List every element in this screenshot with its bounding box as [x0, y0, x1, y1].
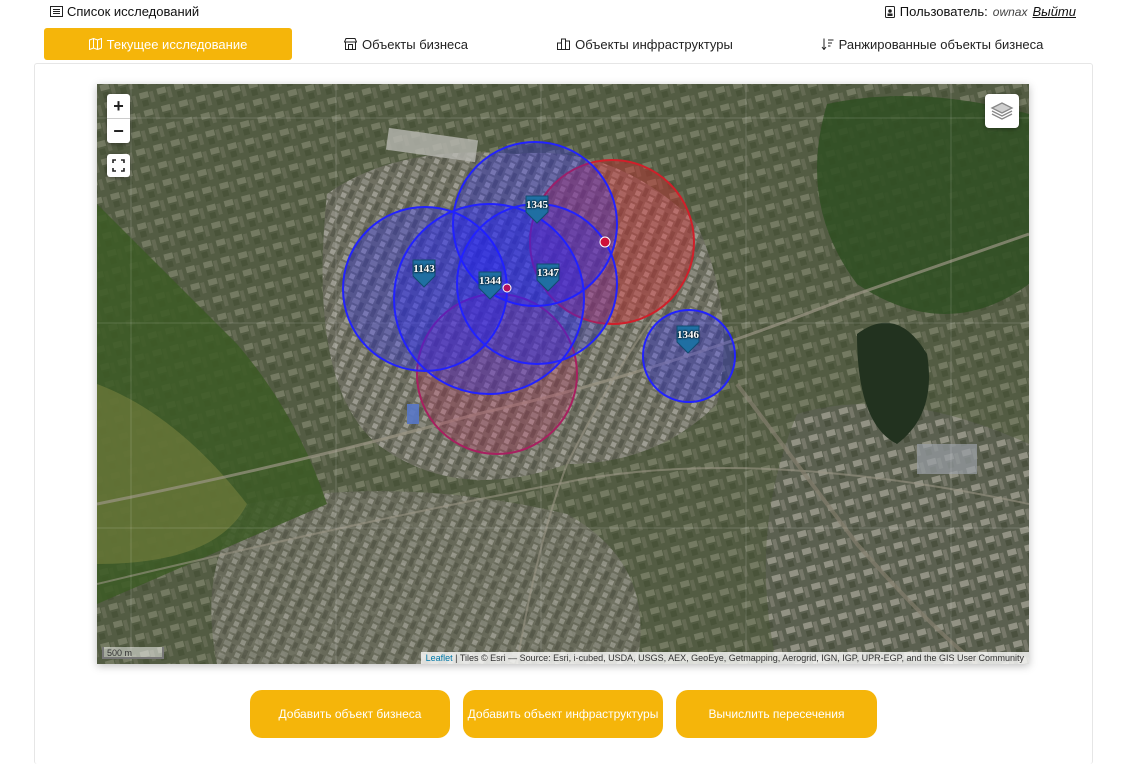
satellite-imagery: [97, 84, 1029, 664]
fullscreen-icon: [112, 159, 125, 172]
add-infrastructure-object-button[interactable]: Добавить объект инфраструктуры: [463, 690, 663, 738]
layers-icon: [990, 102, 1014, 120]
attribution-text: | Tiles © Esri — Source: Esri, i-cubed, …: [455, 653, 1024, 663]
zoom-in-button[interactable]: +: [107, 94, 130, 118]
studies-list-label: Список исследований: [67, 4, 200, 19]
map-scale: 500 m: [102, 647, 164, 659]
user-name: ownax: [992, 4, 1028, 19]
business-marker[interactable]: 1347: [535, 262, 561, 292]
map-pin-icon: [412, 259, 436, 288]
zoom-control: + −: [107, 94, 130, 143]
buildings-icon: [557, 38, 571, 50]
user-badge-icon: [884, 5, 895, 18]
map-attribution: Leaflet | Tiles © Esri — Source: Esri, i…: [420, 652, 1029, 664]
business-marker[interactable]: 1345: [524, 194, 550, 224]
infrastructure-point[interactable]: [502, 283, 512, 293]
tab-current-study[interactable]: Текущее исследование: [44, 28, 292, 60]
zoom-out-button[interactable]: −: [107, 118, 130, 143]
tab-label: Объекты бизнеса: [361, 36, 469, 52]
tab-label: Ранжированные объекты бизнеса: [838, 36, 1044, 52]
list-icon: [50, 6, 63, 17]
top-bar: Список исследований Пользователь: ownax …: [0, 0, 1139, 24]
business-marker[interactable]: 1346: [675, 324, 701, 354]
map-icon: [88, 38, 102, 50]
tab-label: Текущее исследование: [106, 36, 248, 52]
tab-ranked-business-objects[interactable]: Ранжированные объекты бизнеса: [770, 28, 1094, 60]
main-tabs: Текущее исследование Объекты бизнеса Объ…: [44, 28, 1094, 60]
map-pin-icon: [536, 263, 560, 292]
studies-list-link[interactable]: Список исследований: [50, 4, 199, 19]
add-business-object-button[interactable]: Добавить объект бизнеса: [250, 690, 450, 738]
map-pin-icon: [676, 325, 700, 354]
sort-icon: [821, 38, 834, 50]
infrastructure-point[interactable]: [599, 236, 611, 248]
tab-business-objects[interactable]: Объекты бизнеса: [292, 28, 520, 60]
business-marker[interactable]: 1143: [411, 258, 437, 288]
tab-label: Объекты инфраструктуры: [575, 36, 733, 52]
shop-icon: [343, 38, 357, 50]
business-marker[interactable]: 1344: [477, 270, 503, 300]
user-label: Пользователь:: [899, 4, 988, 19]
leaflet-link[interactable]: Leaflet: [426, 653, 453, 663]
layers-control[interactable]: [985, 94, 1019, 128]
tab-infrastructure-objects[interactable]: Объекты инфраструктуры: [520, 28, 770, 60]
fullscreen-button[interactable]: [107, 154, 130, 177]
map-pin-icon: [525, 195, 549, 224]
calculate-intersections-button[interactable]: Вычислить пересечения: [676, 690, 877, 738]
logout-link[interactable]: Выйти: [1032, 4, 1076, 19]
map-view[interactable]: 1345 1143 1344 1347 1346 + − 500 m Leafl…: [97, 84, 1029, 664]
user-info: Пользователь: ownax Выйти: [884, 4, 1076, 19]
map-pin-icon: [478, 271, 502, 300]
